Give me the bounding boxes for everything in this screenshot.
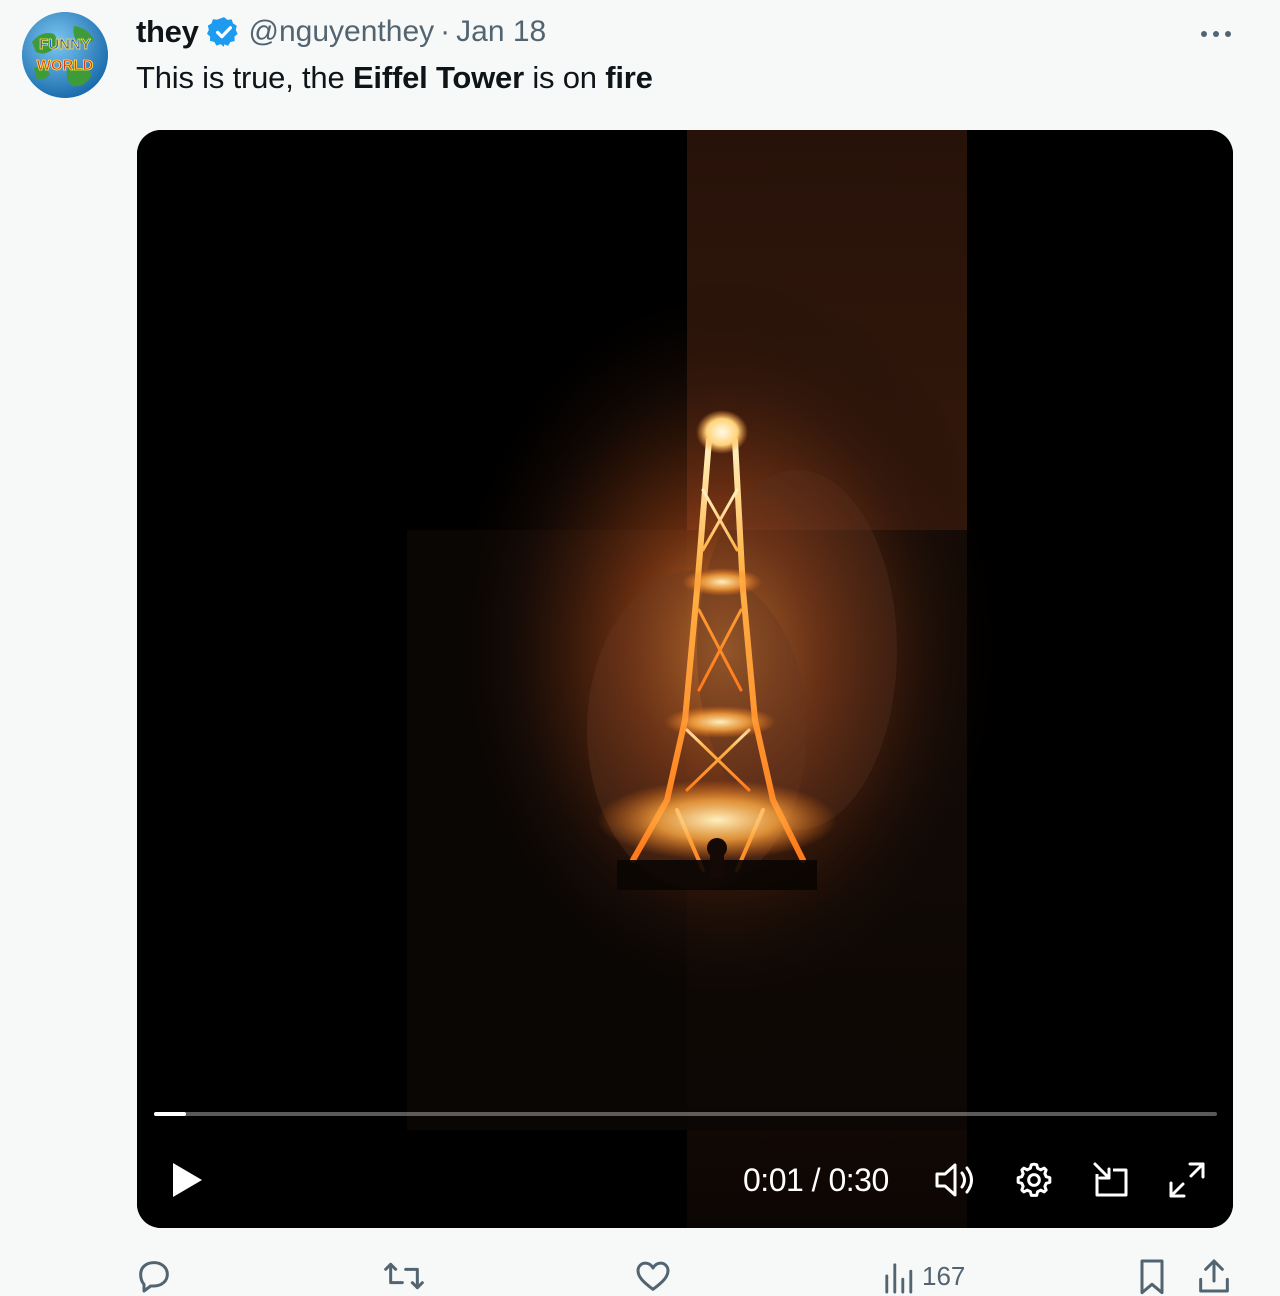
fullscreen-icon [1169,1162,1205,1198]
more-horizontal-icon[interactable] [1194,16,1238,52]
repost-icon [384,1262,424,1290]
video-progress-bar[interactable] [154,1112,1217,1116]
repost-button[interactable] [382,1256,426,1296]
like-icon [636,1261,670,1291]
time-separator: / [803,1161,829,1198]
settings-button[interactable] [1010,1158,1058,1202]
views-button[interactable]: 167 [882,1256,965,1296]
tweet-text-part2: is on [523,60,606,95]
video-progress-fill [154,1112,186,1116]
tweet-header: they @nguyenthey · Jan 18 [136,10,546,54]
tweet: FUNNY WORLD they @nguyenthey · Jan 18 Th… [0,0,1280,1296]
reply-button[interactable] [134,1256,174,1296]
video-player[interactable]: 0:01 / 0:30 [137,130,1233,1228]
video-time: 0:01 / 0:30 [743,1158,889,1202]
verified-badge-icon[interactable] [206,15,241,49]
video-controls: 0:01 / 0:30 [137,1150,1233,1210]
separator-dot: · [440,15,451,48]
tweet-text-part1: This is true, the [136,60,353,95]
tweet-text-bold2: fire [605,60,653,95]
tweet-actions: 167 [0,1256,1280,1296]
current-time: 0:01 [743,1161,804,1198]
tweet-text-bold1: Eiffel Tower [352,60,524,95]
share-icon [1199,1259,1229,1293]
views-icon [885,1263,913,1294]
avatar-text-bottom: WORLD [37,57,94,74]
bookmark-button[interactable] [1134,1256,1170,1296]
tweet-text: This is true, the Eiffel Tower is on fir… [136,60,653,96]
fullscreen-button[interactable] [1163,1158,1211,1202]
like-button[interactable] [633,1256,673,1296]
picture-in-picture-icon [1093,1162,1128,1197]
share-button[interactable] [1194,1256,1234,1296]
volume-button[interactable] [931,1158,979,1202]
avatar[interactable]: FUNNY WORLD [22,12,108,98]
video-frame-image [137,130,1233,1228]
volume-icon [935,1163,973,1197]
tweet-date[interactable]: Jan 18 [456,15,546,49]
play-icon [173,1163,202,1197]
reply-icon [139,1261,169,1293]
avatar-text-top: FUNNY [39,36,91,53]
bookmark-icon [1140,1259,1164,1295]
picture-in-picture-button[interactable] [1087,1158,1135,1202]
play-button[interactable] [165,1158,209,1202]
globe-avatar-image: FUNNY WORLD [22,12,108,98]
views-count: 167 [922,1260,966,1291]
user-handle[interactable]: @nguyenthey [249,15,435,49]
display-name[interactable]: they [136,14,199,50]
gear-icon [1016,1162,1052,1197]
duration: 0:30 [828,1161,889,1198]
